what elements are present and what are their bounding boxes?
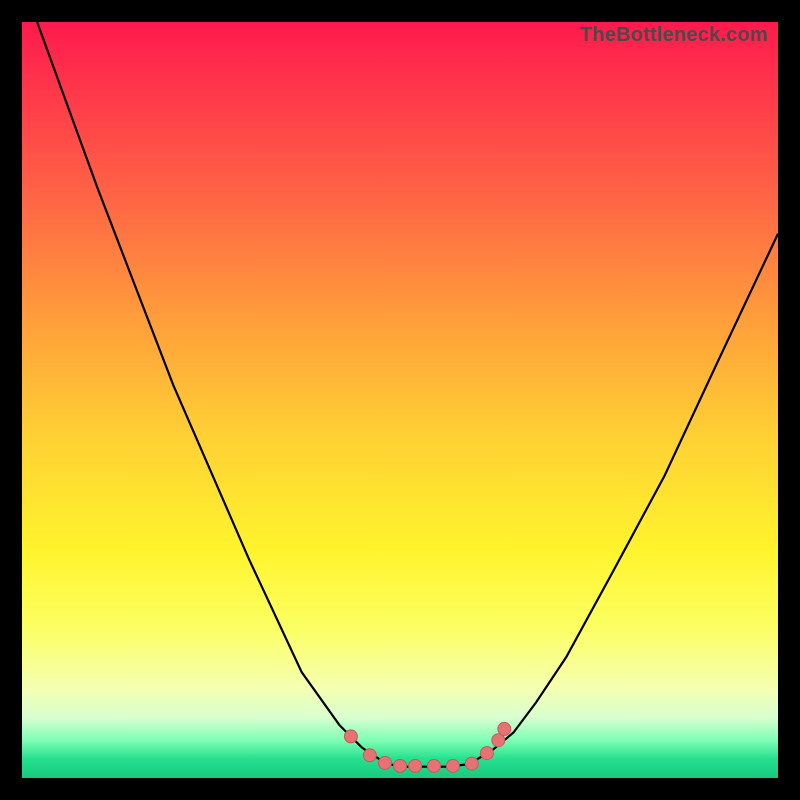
curve-marker: [344, 730, 357, 743]
curve-marker: [498, 722, 511, 735]
chart-plot-area: TheBottleneck.com: [22, 22, 778, 778]
curve-marker: [428, 759, 441, 772]
curve-marker: [378, 756, 391, 769]
curve-marker: [480, 747, 493, 760]
curve-marker: [409, 759, 422, 772]
curve-marker: [465, 757, 478, 770]
curve-marker: [446, 759, 459, 772]
curve-markers: [344, 722, 510, 772]
curve-line: [37, 22, 778, 767]
curve-marker: [363, 749, 376, 762]
bottleneck-curve-chart: [22, 22, 778, 778]
curve-marker: [394, 759, 407, 772]
